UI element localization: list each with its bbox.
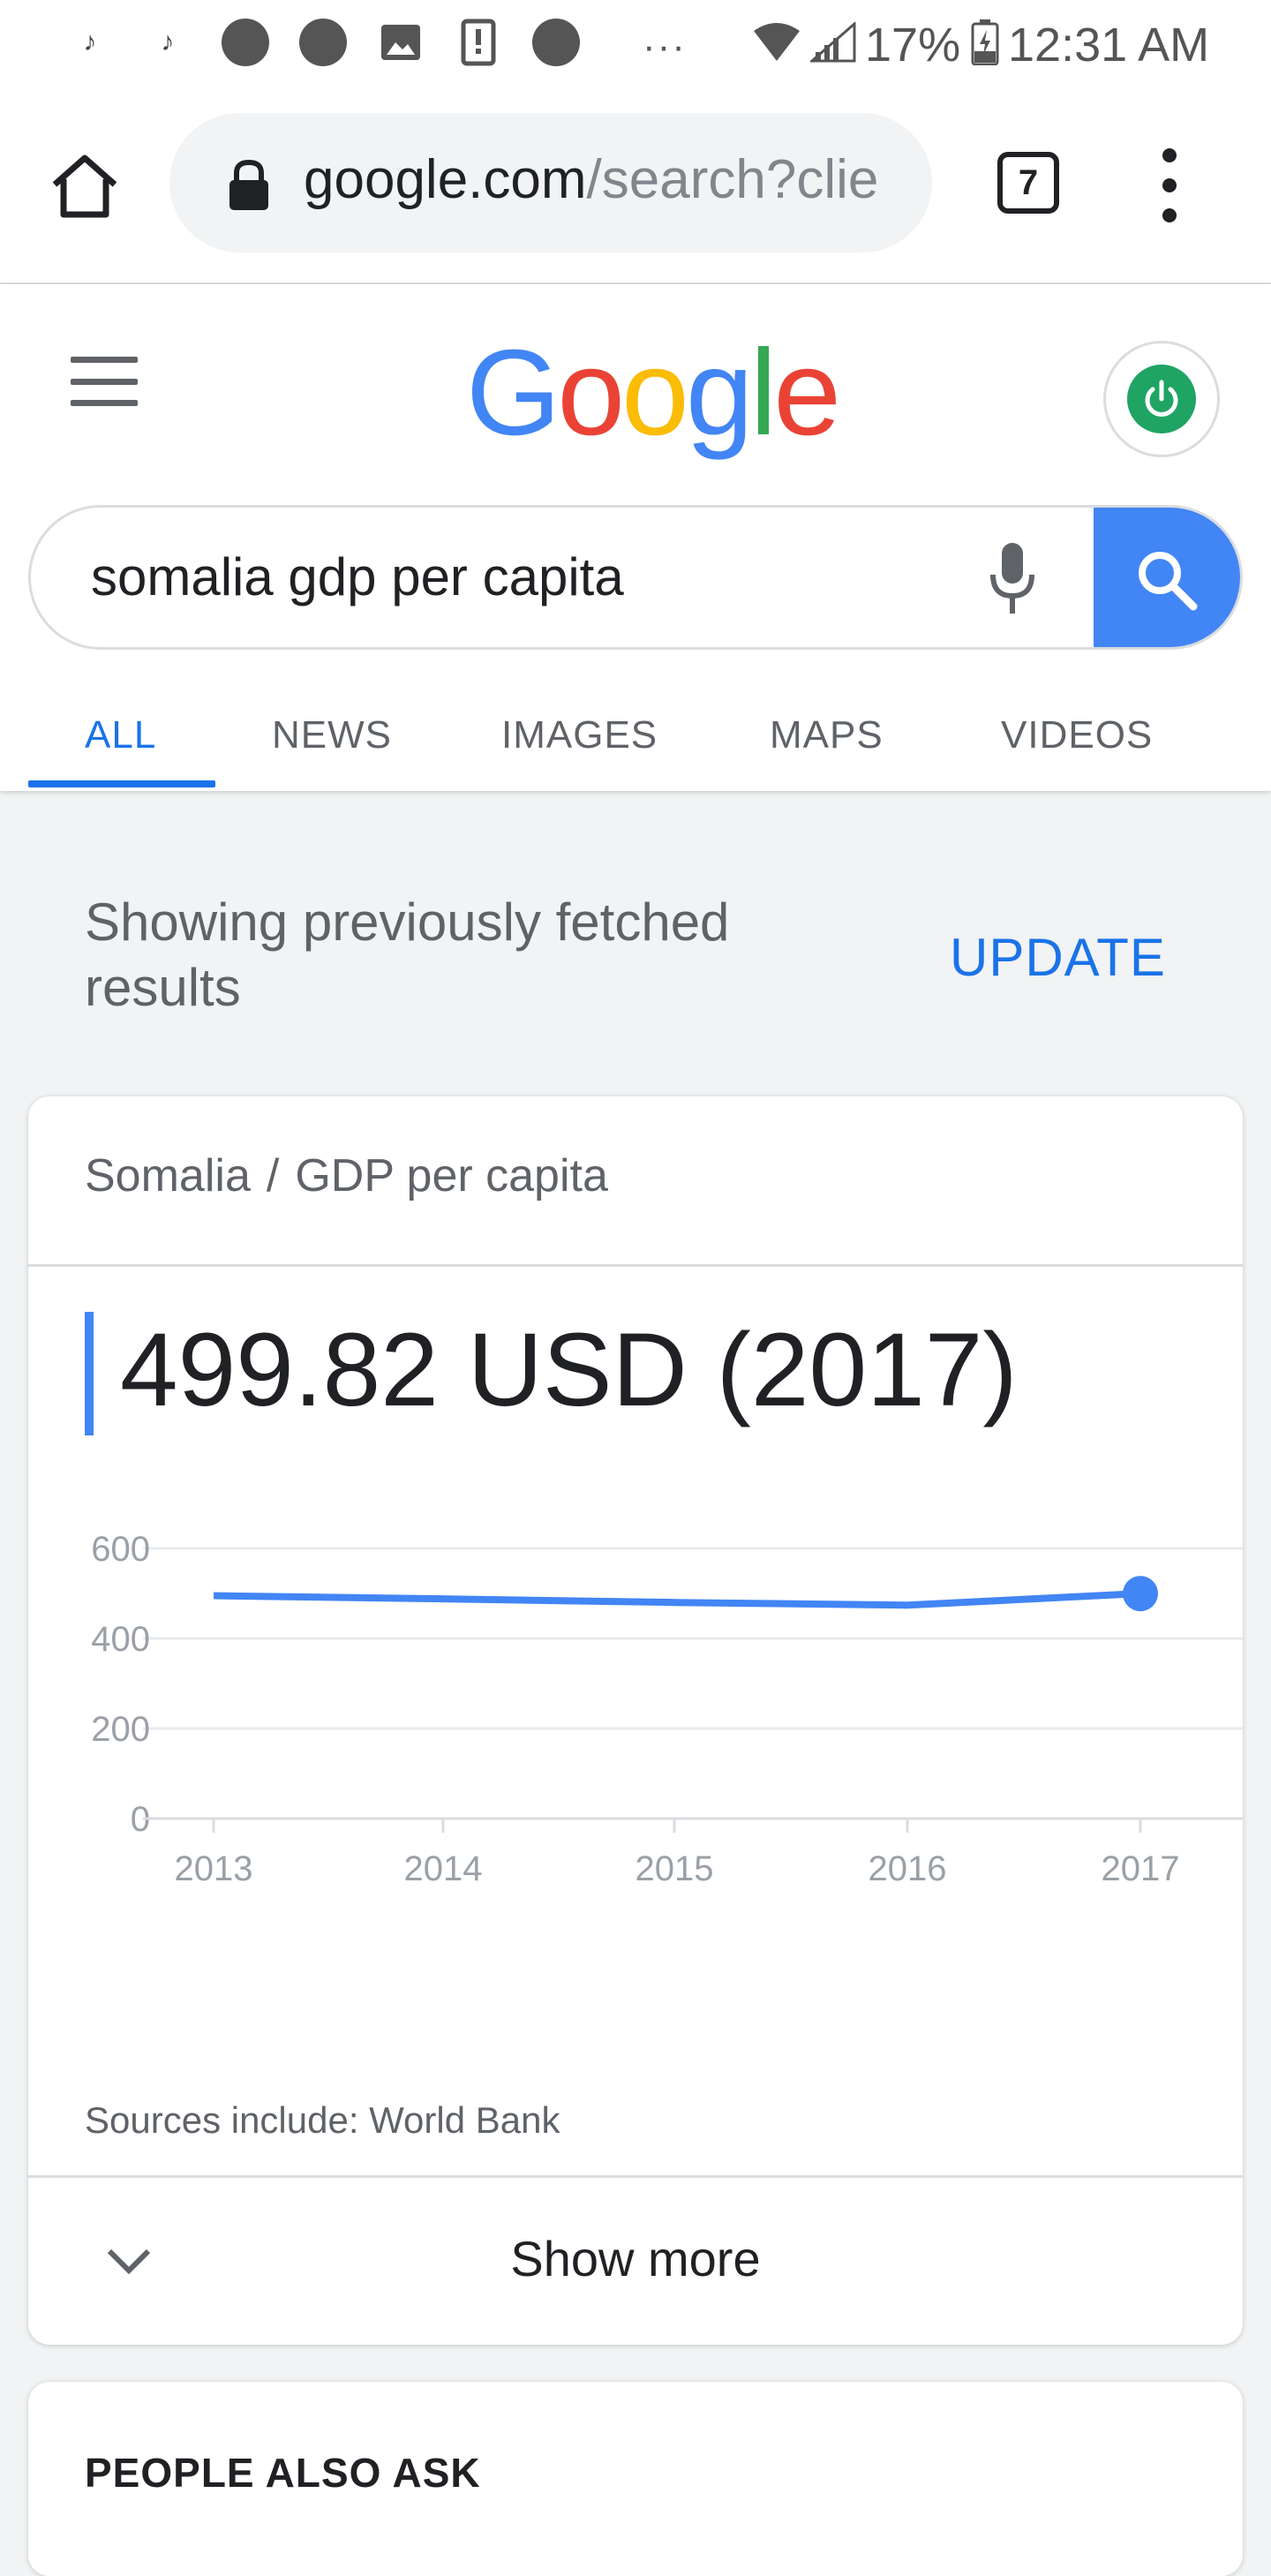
signal-icon	[808, 18, 858, 67]
tab-images[interactable]: IMAGES	[501, 713, 658, 757]
url-text[interactable]: google.com/search?clie	[304, 148, 904, 211]
gdp-card: Somalia / GDP per capita 499.82 USD (2017)…	[28, 1096, 1243, 2345]
logo-letter: G	[466, 325, 560, 461]
logo-letter: o	[557, 325, 625, 461]
google-header: Google somalia gdp per capita ALL NEWS I…	[0, 284, 1271, 791]
tiktok-icon: ♪	[161, 27, 175, 56]
microphone-icon[interactable]	[986, 539, 1039, 617]
tab-all[interactable]: ALL	[85, 713, 156, 757]
tab-videos[interactable]: VIDEOS	[1001, 713, 1153, 757]
tiktok-icon: ♪	[83, 27, 97, 56]
url-path: /search?clie	[586, 149, 879, 210]
x-tick-label: 2015	[636, 1849, 714, 1888]
x-tick-label: 2013	[175, 1849, 253, 1888]
hamburger-line	[71, 400, 138, 406]
home-button[interactable]	[42, 148, 127, 224]
menu-dot	[1162, 148, 1177, 162]
menu-dot	[1162, 208, 1177, 222]
search-box[interactable]: somalia gdp per capita	[28, 505, 1243, 650]
active-tab-indicator	[28, 780, 215, 787]
wifi-icon	[752, 18, 801, 67]
more-dots-icon: ···	[643, 25, 687, 68]
search-input[interactable]: somalia gdp per capita	[91, 546, 624, 607]
logo-letter: o	[621, 325, 689, 461]
breadcrumb-metric[interactable]: GDP per capita	[295, 1150, 608, 1201]
power-icon	[1127, 365, 1196, 433]
url-host: google.com	[304, 149, 587, 210]
google-logo[interactable]: Google	[466, 332, 841, 454]
hamburger-menu-icon[interactable]	[71, 357, 138, 406]
fire-icon	[298, 18, 348, 67]
battery-percent: 17%	[865, 19, 961, 72]
y-tick-label: 600	[91, 1530, 150, 1569]
logo-letter: l	[749, 325, 778, 461]
cached-results-notice: Showing previously fetched results	[85, 893, 730, 1017]
account-avatar[interactable]	[1103, 341, 1220, 457]
menu-dot	[1162, 178, 1177, 192]
hamburger-line	[71, 357, 138, 363]
phone-alert-icon	[454, 18, 503, 67]
home-icon	[52, 154, 117, 218]
address-bar[interactable]: google.com/search?clie	[169, 113, 932, 252]
gallery-icon	[376, 18, 425, 67]
y-tick-label: 400	[91, 1620, 150, 1659]
tab-maps[interactable]: MAPS	[770, 713, 884, 757]
divider	[28, 1264, 1243, 1267]
update-button[interactable]: UPDATE	[950, 927, 1166, 988]
x-tick-label: 2014	[404, 1849, 483, 1888]
clock: 12:31 AM	[1008, 19, 1210, 72]
breadcrumb: Somalia / GDP per capita	[85, 1149, 608, 1202]
search-tabs: ALL NEWS IMAGES MAPS VIDEOS	[0, 699, 1271, 787]
series-line	[213, 1590, 1141, 1609]
y-tick-label: 200	[91, 1710, 150, 1749]
status-bar: ♪ ♪ ··· 17% 12:31 AM	[0, 0, 1271, 87]
headline-value: 499.82 USD (2017)	[120, 1312, 1018, 1428]
emoji-icon	[531, 18, 581, 67]
people-also-ask-card: PEOPLE ALSO ASK	[28, 2382, 1243, 2576]
show-more-button[interactable]: Show more	[28, 2175, 1243, 2345]
browser-toolbar: google.com/search?clie 7	[0, 87, 1271, 284]
breadcrumb-country[interactable]: Somalia	[85, 1150, 251, 1201]
logo-letter: g	[685, 325, 754, 461]
x-tick-label: 2016	[869, 1849, 947, 1888]
gdp-line-chart[interactable]: 02004006002013 2014 2015 2016 2017	[28, 1503, 1243, 2085]
logo-letter: e	[773, 325, 841, 461]
source-note: Sources include: World Bank	[85, 2099, 560, 2141]
tab-switcher-button[interactable]: 7	[997, 152, 1059, 214]
show-more-label: Show more	[510, 2231, 761, 2286]
x-tick-label: 2017	[1102, 1849, 1180, 1888]
data-point	[1123, 1576, 1158, 1612]
breadcrumb-separator: /	[266, 1150, 280, 1201]
battery-charging-icon	[960, 18, 1010, 67]
browser-menu-button[interactable]	[1147, 148, 1192, 222]
value-accent-bar	[85, 1312, 94, 1435]
tab-news[interactable]: NEWS	[272, 713, 392, 757]
people-also-ask-title: PEOPLE ALSO ASK	[85, 2450, 481, 2496]
emoji-icon	[221, 18, 270, 67]
search-button[interactable]	[1094, 508, 1240, 647]
hamburger-line	[71, 378, 138, 385]
search-icon	[1139, 552, 1198, 611]
lock-icon	[229, 159, 268, 210]
